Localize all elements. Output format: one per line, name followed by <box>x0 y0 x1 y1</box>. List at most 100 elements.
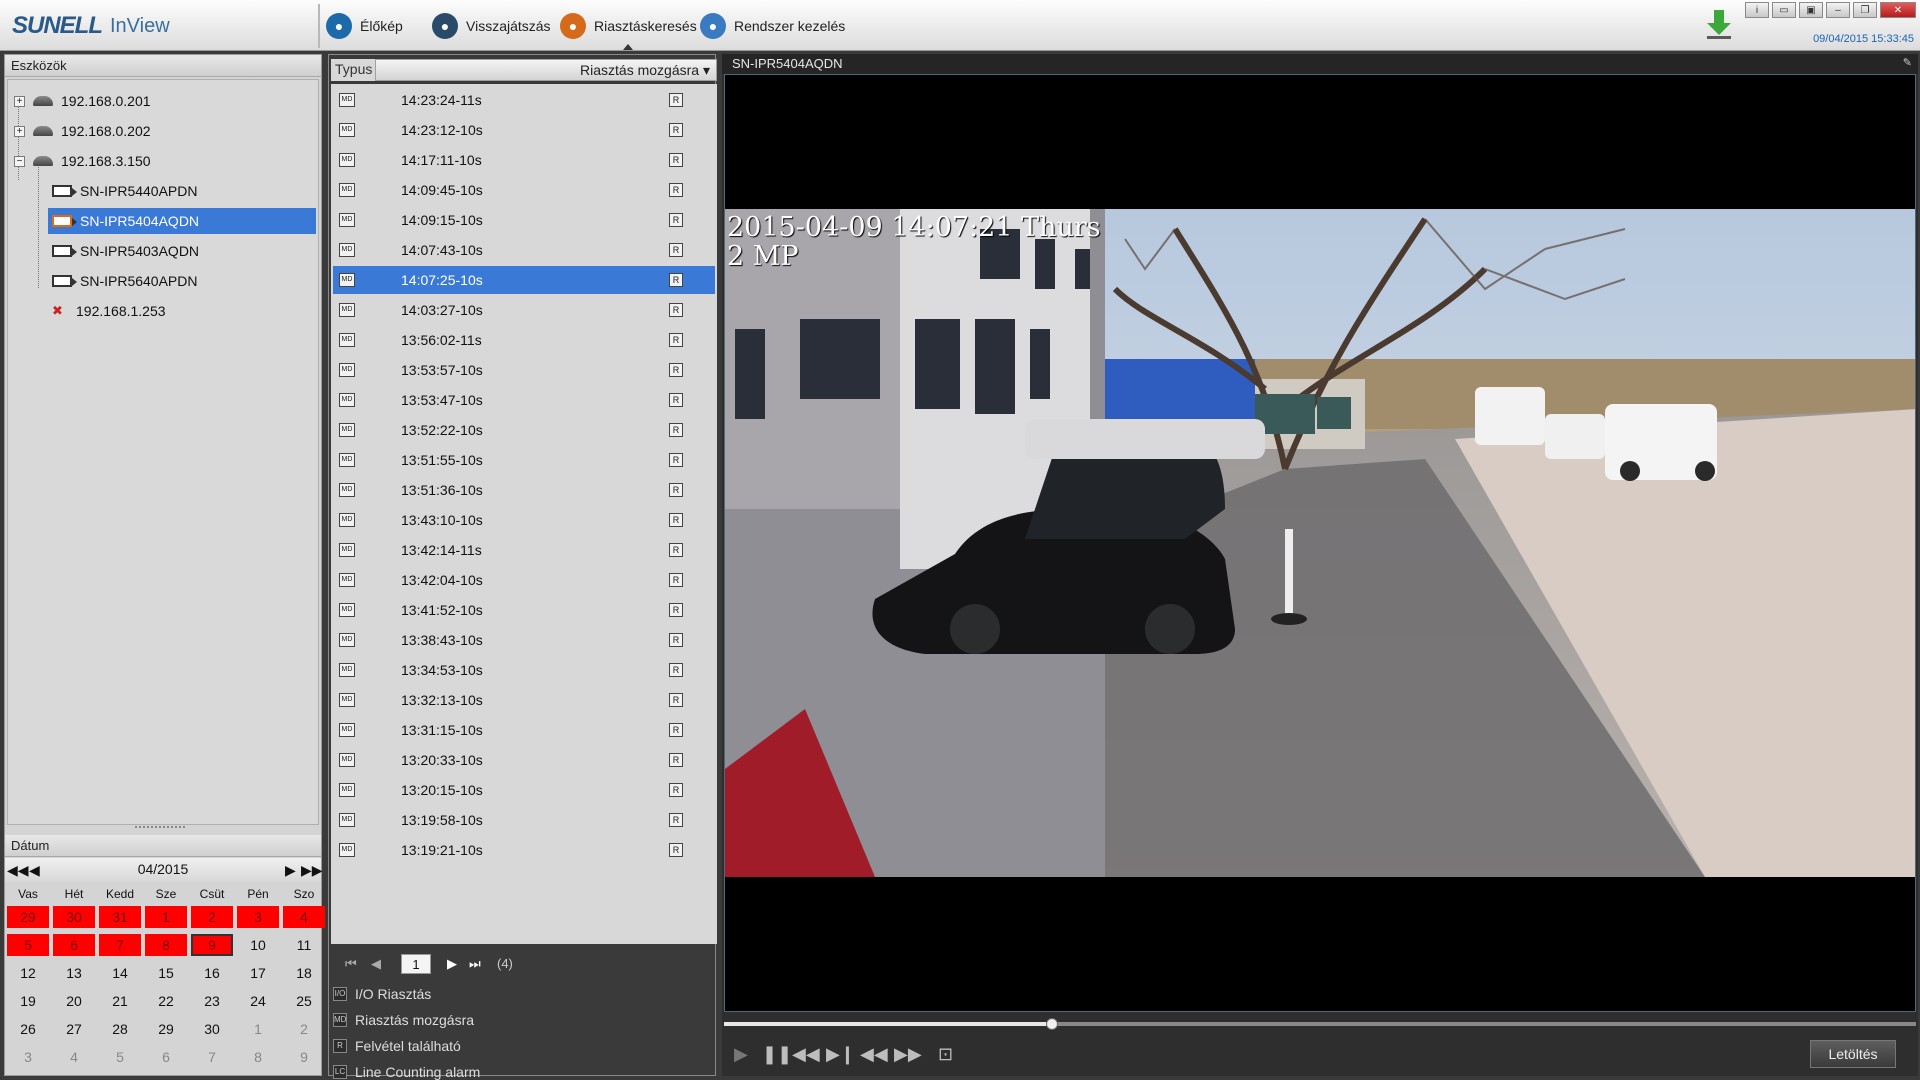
close-icon[interactable]: ✕ <box>1880 2 1916 18</box>
alarm-row[interactable]: MD 13:52:22-10s R <box>333 416 715 444</box>
fast-forward-icon[interactable]: ▶▶ <box>894 1044 922 1065</box>
recording-icon[interactable]: R <box>669 453 683 467</box>
calendar-day[interactable]: 3 <box>237 906 279 928</box>
next-year-icon[interactable]: ▶▶ <box>301 862 323 879</box>
calendar-day[interactable]: 1 <box>145 906 187 928</box>
calendar-day[interactable]: 18 <box>283 962 325 984</box>
seek-bar[interactable] <box>724 1018 1916 1030</box>
prev-page-icon[interactable]: ◀ <box>371 956 381 972</box>
minimize-icon[interactable]: ‒ <box>1826 2 1850 18</box>
recording-icon[interactable]: R <box>669 333 683 347</box>
calendar-day[interactable]: 5 <box>7 934 49 956</box>
alarm-row[interactable]: MD 13:51:36-10s R <box>333 476 715 504</box>
resize-grip[interactable] <box>135 826 185 830</box>
layout-icon[interactable]: ▭ <box>1772 2 1796 18</box>
calendar-day[interactable]: 17 <box>237 962 279 984</box>
device-tree-node[interactable]: SN-IPR5440APDN <box>48 178 316 204</box>
alarm-row[interactable]: MD 14:09:15-10s R <box>333 206 715 234</box>
calendar-day[interactable]: 7 <box>99 934 141 956</box>
nav-button-3[interactable]: ● Riasztáskeresés <box>560 10 697 42</box>
recording-icon[interactable]: R <box>669 243 683 257</box>
calendar-day[interactable]: 3 <box>7 1046 49 1068</box>
recording-icon[interactable]: R <box>669 123 683 137</box>
video-screen[interactable]: 2015-04-09 14:07:21 Thurs 2 MP <box>724 74 1916 1012</box>
calendar-day[interactable]: 13 <box>53 962 95 984</box>
recording-icon[interactable]: R <box>669 783 683 797</box>
alarm-row[interactable]: MD 14:07:43-10s R <box>333 236 715 264</box>
calendar-day[interactable]: 16 <box>191 962 233 984</box>
calendar-day[interactable]: 15 <box>145 962 187 984</box>
recording-icon[interactable]: R <box>669 513 683 527</box>
alarm-row[interactable]: MD 13:38:43-10s R <box>333 626 715 654</box>
recording-icon[interactable]: R <box>669 303 683 317</box>
alarm-row[interactable]: MD 13:19:58-10s R <box>333 806 715 834</box>
calendar-day[interactable]: 30 <box>53 906 95 928</box>
play-icon[interactable]: ▶ <box>734 1044 748 1065</box>
device-tree-node[interactable]: SN-IPR5404AQDN <box>48 208 316 234</box>
calendar-day[interactable]: 22 <box>145 990 187 1012</box>
collapse-icon[interactable]: − <box>14 155 25 167</box>
alarm-row[interactable]: MD 13:42:14-11s R <box>333 536 715 564</box>
snapshot-icon[interactable]: ⊡ <box>938 1044 953 1065</box>
alarm-row[interactable]: MD 13:53:47-10s R <box>333 386 715 414</box>
recording-icon[interactable]: R <box>669 183 683 197</box>
type-select[interactable]: Riasztás mozgásra ▾ <box>375 59 717 81</box>
pin-icon[interactable]: ✎ <box>1903 56 1912 69</box>
expand-icon[interactable]: + <box>14 95 25 107</box>
alarm-row[interactable]: MD 13:41:52-10s R <box>333 596 715 624</box>
nav-button-2[interactable]: ● Visszajátszás <box>432 10 551 42</box>
recording-icon[interactable]: R <box>669 843 683 857</box>
alarm-row[interactable]: MD 14:23:12-10s R <box>333 116 715 144</box>
step-forward-icon[interactable]: ▶❙ <box>826 1044 855 1065</box>
calendar-day[interactable]: 23 <box>191 990 233 1012</box>
calendar-day[interactable]: 29 <box>7 906 49 928</box>
pause-icon[interactable]: ❚❚ <box>762 1044 792 1065</box>
recording-icon[interactable]: R <box>669 423 683 437</box>
recording-icon[interactable]: R <box>669 663 683 677</box>
calendar-day[interactable]: 7 <box>191 1046 233 1068</box>
recording-icon[interactable]: R <box>669 393 683 407</box>
page-number-input[interactable]: 1 <box>401 954 431 974</box>
calendar-day[interactable]: 14 <box>99 962 141 984</box>
calendar-day[interactable]: 26 <box>7 1018 49 1040</box>
calendar-day[interactable]: 12 <box>7 962 49 984</box>
alarm-row[interactable]: MD 13:51:55-10s R <box>333 446 715 474</box>
device-tree-node[interactable]: − 192.168.3.150 <box>12 148 312 174</box>
calendar-day[interactable]: 20 <box>53 990 95 1012</box>
calendar-day[interactable]: 9 <box>283 1046 325 1068</box>
device-tree-node[interactable]: SN-IPR5640APDN <box>48 268 316 294</box>
download-button[interactable]: Letöltés <box>1810 1040 1896 1068</box>
alarm-row[interactable]: MD 13:19:21-10s R <box>333 836 715 864</box>
calendar-day[interactable]: 31 <box>99 906 141 928</box>
calendar-day[interactable]: 9 <box>191 934 233 956</box>
recording-icon[interactable]: R <box>669 573 683 587</box>
calendar-day[interactable]: 8 <box>237 1046 279 1068</box>
calendar-day[interactable]: 5 <box>99 1046 141 1068</box>
nav-button-1[interactable]: ● Élőkép <box>326 10 403 42</box>
calendar-day[interactable]: 10 <box>237 934 279 956</box>
recording-icon[interactable]: R <box>669 213 683 227</box>
alarm-row[interactable]: MD 13:34:53-10s R <box>333 656 715 684</box>
recording-icon[interactable]: R <box>669 153 683 167</box>
alarm-row[interactable]: MD 14:17:11-10s R <box>333 146 715 174</box>
alarm-row[interactable]: MD 13:32:13-10s R <box>333 686 715 714</box>
device-tree-node[interactable]: +192.168.0.202 <box>12 118 312 144</box>
recording-icon[interactable]: R <box>669 693 683 707</box>
seek-handle[interactable] <box>1045 1018 1058 1030</box>
calendar-day[interactable]: 11 <box>283 934 325 956</box>
calendar-day[interactable]: 28 <box>99 1018 141 1040</box>
recording-icon[interactable]: R <box>669 93 683 107</box>
alarm-row[interactable]: MD 13:43:10-10s R <box>333 506 715 534</box>
calendar-day[interactable]: 29 <box>145 1018 187 1040</box>
recording-icon[interactable]: R <box>669 603 683 617</box>
calendar-day[interactable]: 4 <box>283 906 325 928</box>
nav-button-4[interactable]: ● Rendszer kezelés <box>700 10 845 42</box>
alarm-row[interactable]: MD 14:09:45-10s R <box>333 176 715 204</box>
info-icon[interactable]: i <box>1745 2 1769 18</box>
alarm-row[interactable]: MD 14:23:24-11s R <box>333 86 715 114</box>
calendar-day[interactable]: 6 <box>53 934 95 956</box>
recording-icon[interactable]: R <box>669 813 683 827</box>
first-page-icon[interactable]: ⏮ <box>345 956 357 972</box>
alarm-row[interactable]: MD 13:20:15-10s R <box>333 776 715 804</box>
calendar-day[interactable]: 8 <box>145 934 187 956</box>
